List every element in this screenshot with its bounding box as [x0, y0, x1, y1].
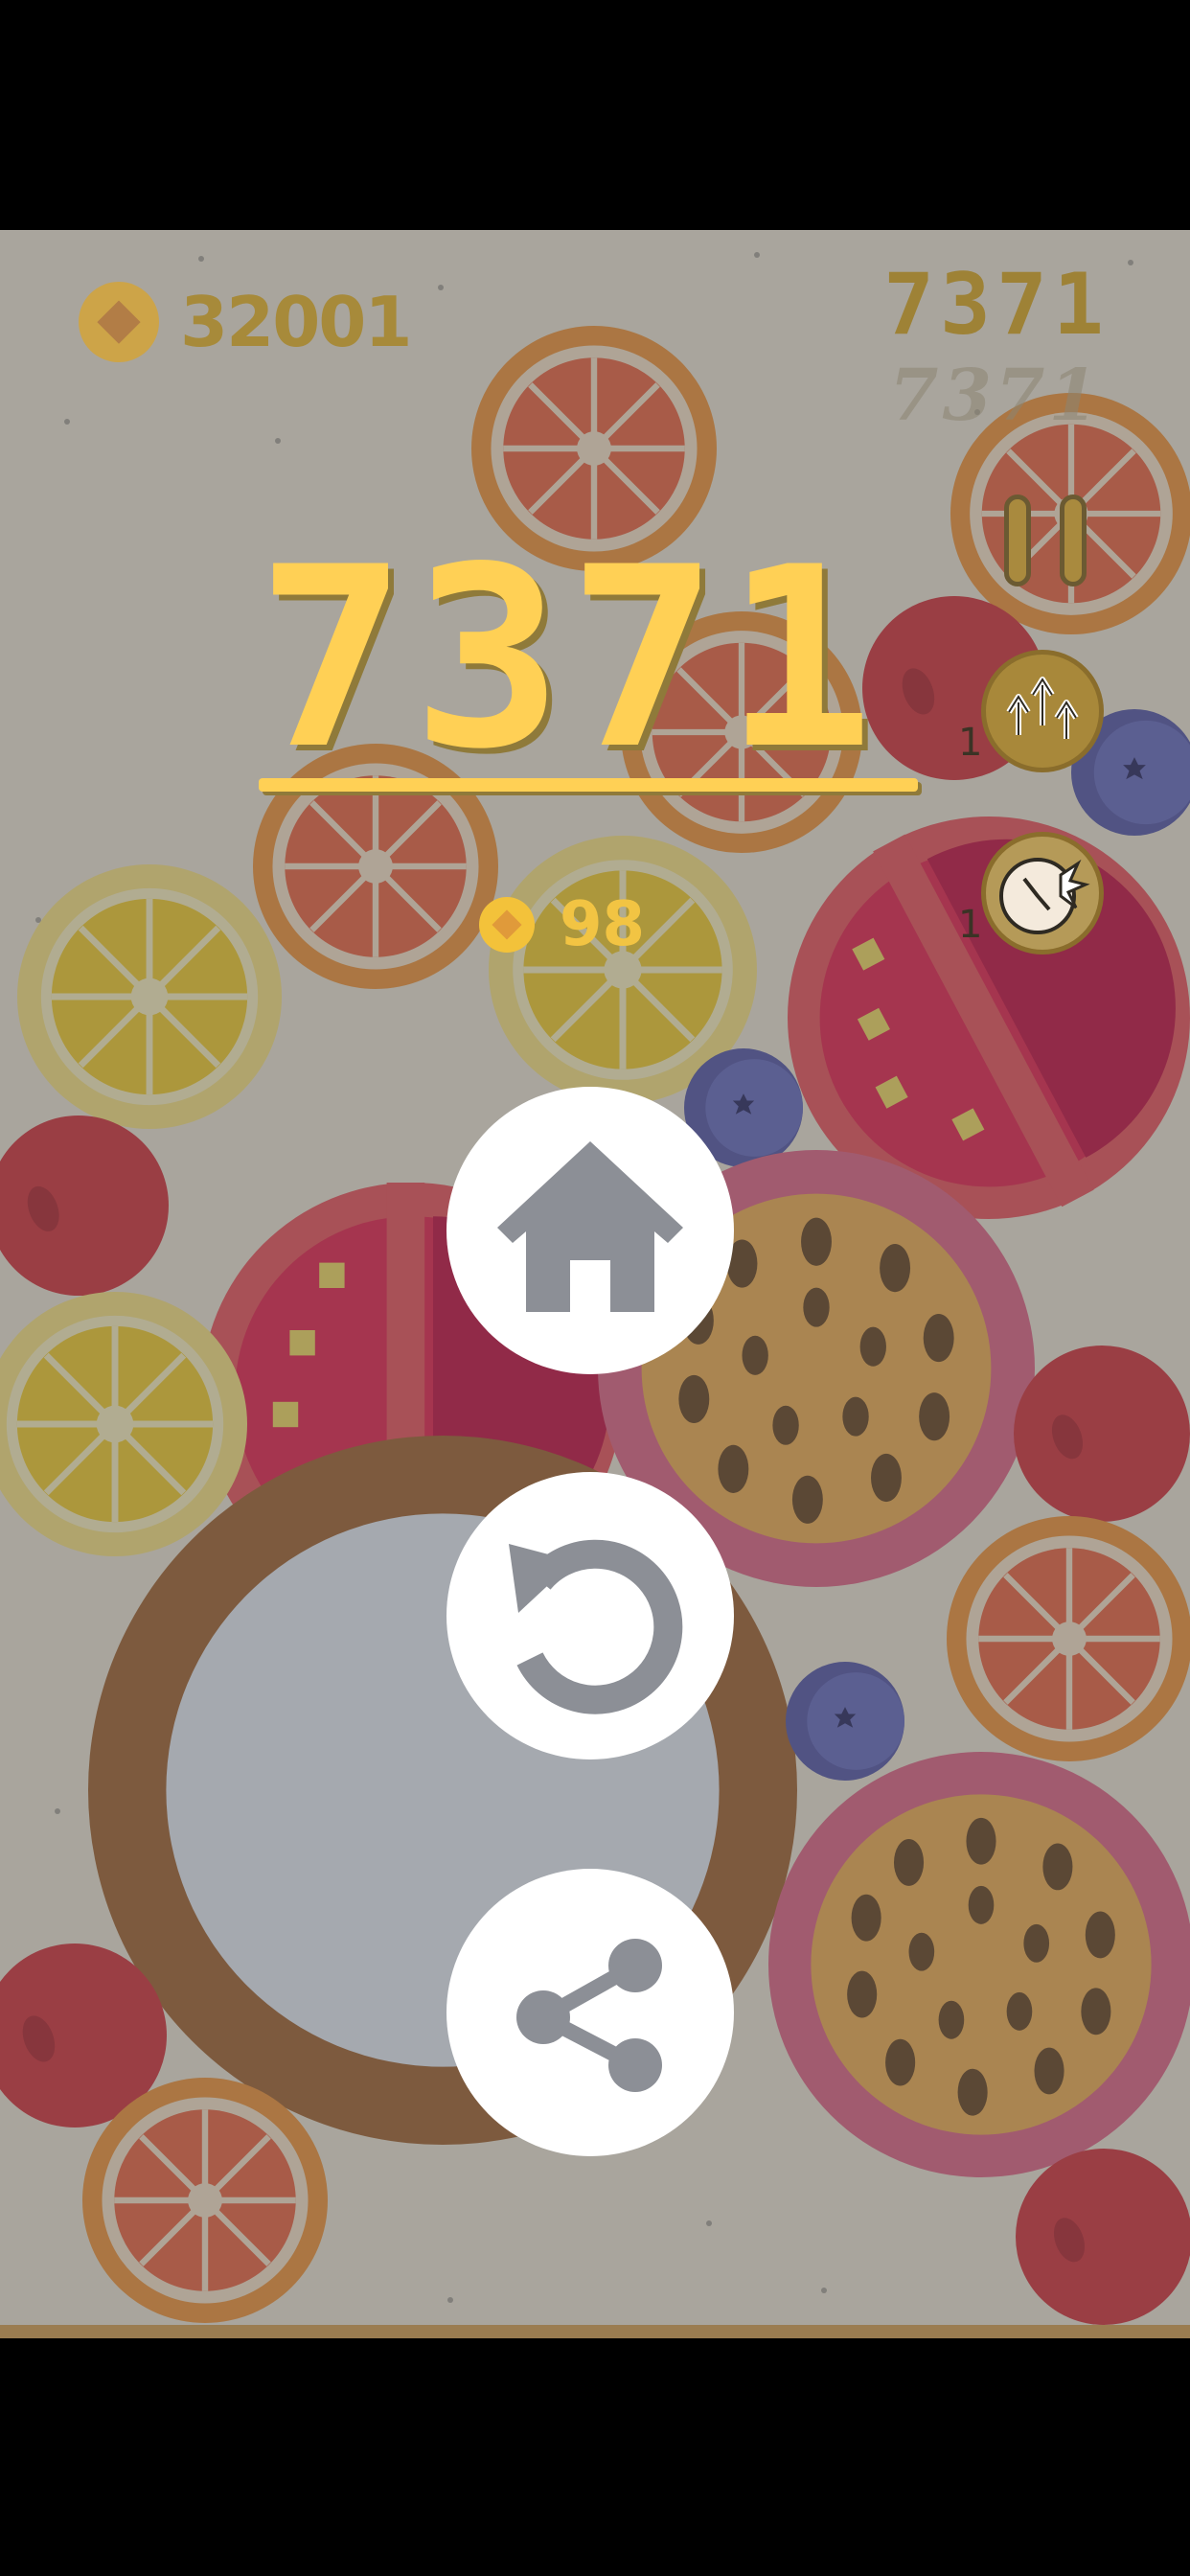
- pause-button[interactable]: [1004, 494, 1087, 586]
- coins-earned-value: 98: [560, 889, 646, 960]
- coin-counter: 32001: [79, 282, 412, 362]
- powerup-arrows-count: 1: [958, 721, 983, 765]
- restart-button[interactable]: [446, 1472, 734, 1760]
- clock-bomb-icon: [999, 858, 1090, 934]
- powerup-clock-button[interactable]: [981, 832, 1104, 954]
- restart-icon: [509, 1539, 683, 1714]
- home-icon: [497, 1141, 683, 1312]
- powerup-arrows-button[interactable]: [981, 650, 1104, 772]
- share-icon: [516, 1939, 662, 2092]
- game-board: 32001 7371 7371 1 1 7371 98: [0, 230, 1190, 2338]
- powerup-clock-count: 1: [958, 903, 983, 947]
- share-button[interactable]: [446, 1869, 734, 2156]
- coin-icon: [479, 897, 535, 953]
- coin-icon: [79, 282, 159, 362]
- best-score: 7371: [889, 355, 1102, 437]
- score-underline: [259, 778, 918, 792]
- final-score: 7371: [257, 515, 881, 804]
- current-score: 7371: [883, 255, 1110, 354]
- arrows-up-icon: [1006, 677, 1079, 739]
- coin-total: 32001: [180, 282, 412, 362]
- pause-icon: [1004, 494, 1031, 586]
- home-button[interactable]: [446, 1087, 734, 1374]
- coins-earned: 98: [479, 889, 645, 960]
